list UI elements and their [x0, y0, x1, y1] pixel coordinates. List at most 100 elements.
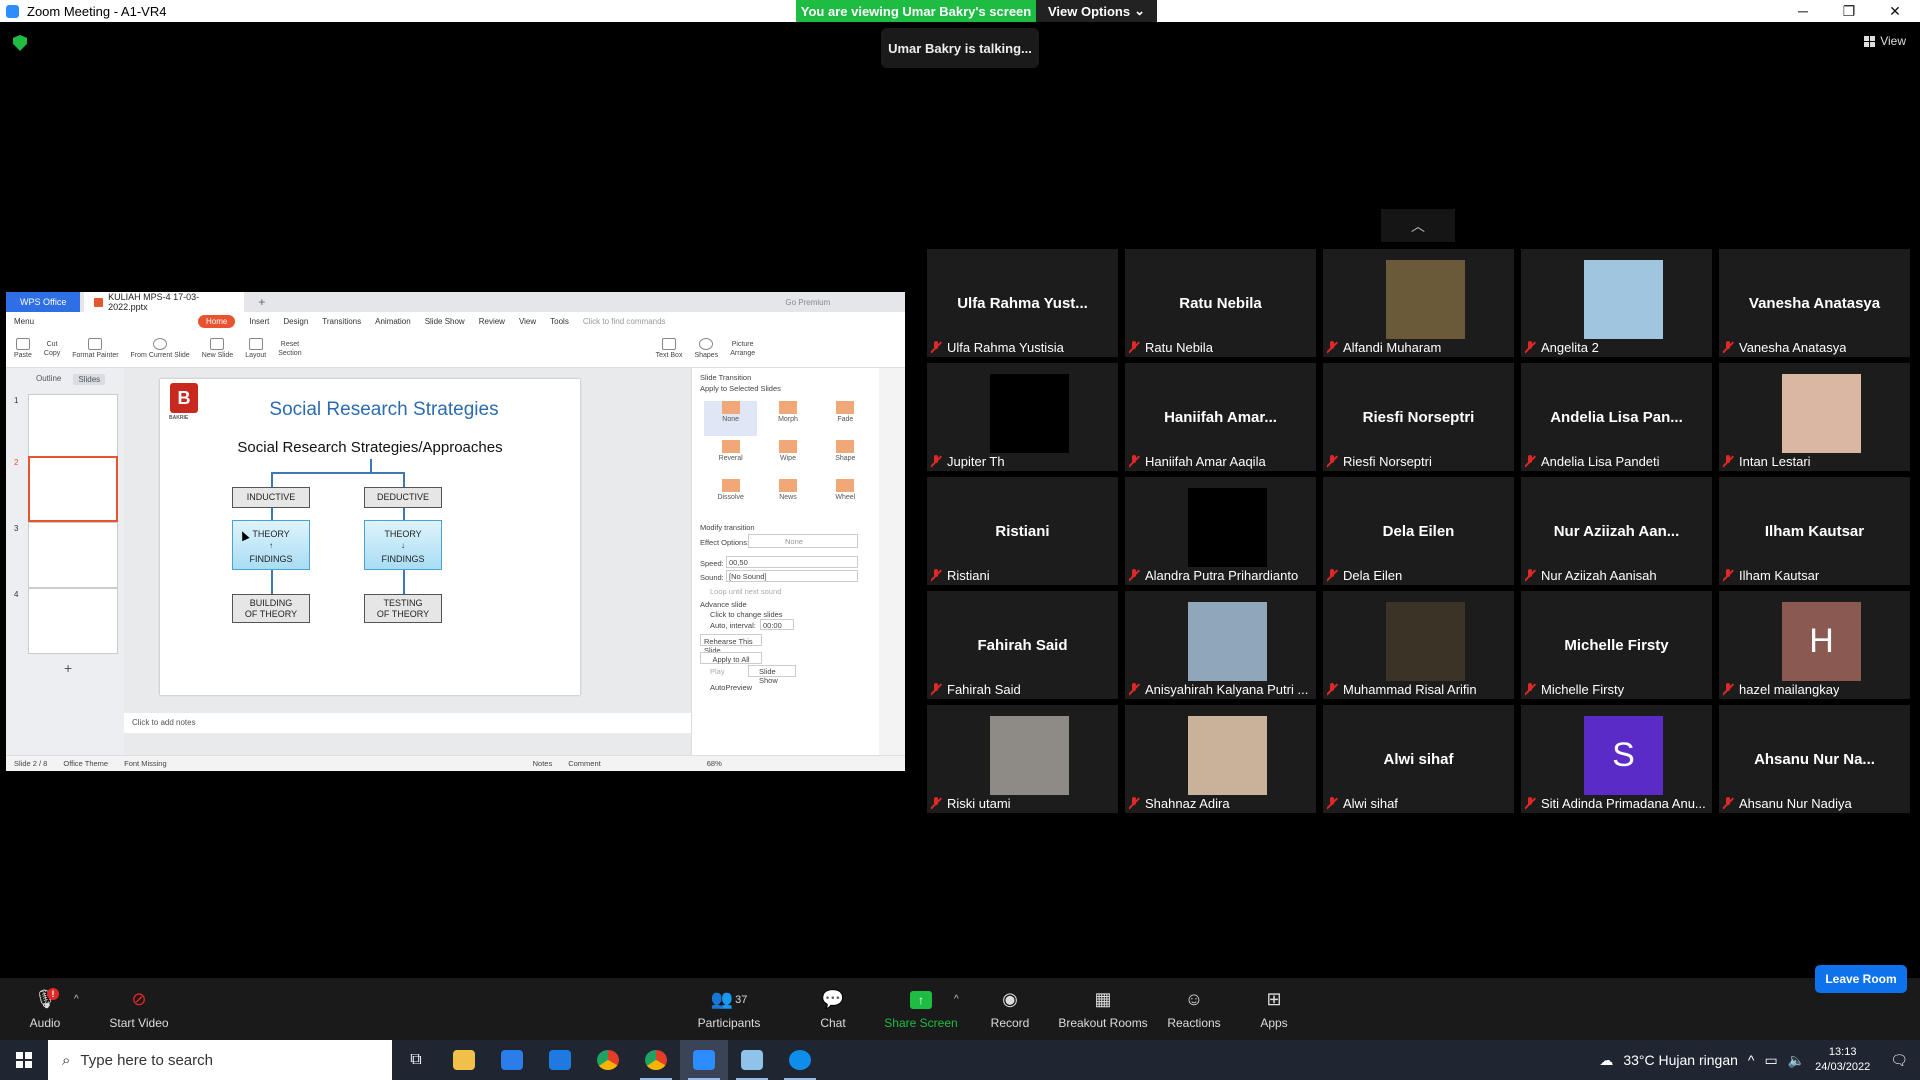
participant-tile[interactable]: Ristiani Ristiani: [927, 477, 1118, 585]
mail-app[interactable]: [536, 1040, 584, 1080]
participant-tile[interactable]: Dela Eilen Dela Eilen: [1323, 477, 1514, 585]
menu-item[interactable]: Insert: [249, 317, 269, 326]
close-button[interactable]: ✕: [1872, 0, 1918, 22]
participant-tile[interactable]: Hhazel mailangkay: [1719, 591, 1910, 699]
picture-button[interactable]: Picture Arrange: [730, 341, 755, 357]
menu-item-home[interactable]: Home: [198, 314, 236, 328]
command-search[interactable]: Click to find commands: [583, 317, 666, 326]
chat-button[interactable]: 💬 Chat: [812, 978, 854, 1040]
shapes-button[interactable]: Shapes: [694, 338, 718, 359]
notifications-icon[interactable]: 🗨: [1890, 1052, 1908, 1069]
add-slide-icon[interactable]: +: [64, 660, 72, 676]
participant-tile[interactable]: Intan Lestari: [1719, 363, 1910, 471]
notes-toggle[interactable]: Notes: [533, 759, 553, 768]
effect-options-select[interactable]: None: [748, 534, 858, 548]
autopreview-checkbox[interactable]: AutoPreview: [710, 683, 752, 692]
participant-tile[interactable]: Ahsanu Nur Na... Ahsanu Nur Nadiya: [1719, 705, 1910, 813]
participant-tile[interactable]: Andelia Lisa Pan... Andelia Lisa Pandeti: [1521, 363, 1712, 471]
participant-tile[interactable]: S Siti Adinda Primadana Anu...: [1521, 705, 1712, 813]
menu-item[interactable]: Menu: [14, 317, 34, 326]
chrome-app[interactable]: [584, 1040, 632, 1080]
slide-thumbnail[interactable]: [28, 394, 118, 460]
participant-tile[interactable]: Fahirah Said Fahirah Said: [927, 591, 1118, 699]
cut-button[interactable]: Cut Copy: [44, 341, 60, 357]
participant-tile[interactable]: Jupiter Th: [927, 363, 1118, 471]
transition-fade[interactable]: Fade: [819, 401, 872, 436]
format-painter-button[interactable]: Format Painter: [72, 338, 119, 359]
comment-toggle[interactable]: Comment: [568, 759, 601, 768]
maximize-button[interactable]: ❐: [1826, 0, 1872, 22]
view-button[interactable]: View: [1864, 34, 1906, 48]
layout-button[interactable]: Layout: [245, 338, 266, 359]
store-app[interactable]: [488, 1040, 536, 1080]
chrome-profile-app[interactable]: [632, 1040, 680, 1080]
current-slide[interactable]: B BAKRIE Social Research Strategies Soci…: [160, 379, 580, 695]
participant-tile[interactable]: Riesfi Norseptri Riesfi Norseptri: [1323, 363, 1514, 471]
participants-button[interactable]: 👥 37 Participants: [692, 978, 766, 1040]
participant-tile[interactable]: Alandra Putra Prihardianto: [1125, 477, 1316, 585]
notepad-app[interactable]: [728, 1040, 776, 1080]
transition-shape[interactable]: Shape: [819, 440, 872, 475]
loop-sound-checkbox[interactable]: Loop until next sound: [710, 587, 781, 596]
slide-thumbnail[interactable]: [28, 588, 118, 654]
menu-item[interactable]: Slide Show: [425, 317, 465, 326]
task-view-button[interactable]: ⧉: [392, 1040, 440, 1080]
reactions-button[interactable]: ☺ Reactions: [1166, 978, 1222, 1040]
transition-dissolve[interactable]: Dissolve: [704, 479, 757, 514]
teamviewer-app[interactable]: [776, 1040, 824, 1080]
start-button[interactable]: [0, 1040, 48, 1080]
auto-interval-checkbox[interactable]: Auto, interval:: [710, 621, 756, 630]
reset-button[interactable]: Reset Section: [278, 341, 301, 357]
transition-wipe[interactable]: Wipe: [761, 440, 814, 475]
participant-tile[interactable]: Shahnaz Adira: [1125, 705, 1316, 813]
participant-tile[interactable]: Riski utami: [927, 705, 1118, 813]
menu-item[interactable]: Design: [283, 317, 308, 326]
new-slide-button[interactable]: New Slide: [202, 338, 233, 359]
file-tab[interactable]: KULIAH MPS-4 17-03-2022.pptx: [84, 292, 245, 312]
from-current-slide-button[interactable]: From Current Slide: [131, 338, 190, 359]
participant-tile[interactable]: Michelle Firsty Michelle Firsty: [1521, 591, 1712, 699]
play-button[interactable]: Play: [710, 667, 725, 676]
participant-tile[interactable]: Ulfa Rahma Yust... Ulfa Rahma Yustisia: [927, 249, 1118, 357]
volume-icon[interactable]: 🔈: [1788, 1052, 1805, 1069]
breakout-rooms-button[interactable]: ▦ Breakout Rooms: [1056, 978, 1150, 1040]
rehearse-button[interactable]: Rehearse This Slide: [700, 634, 762, 655]
menu-item[interactable]: Transitions: [322, 317, 361, 326]
apps-button[interactable]: ⊞ Apps: [1257, 978, 1291, 1040]
transition-reveral[interactable]: Reveral: [704, 440, 757, 475]
apply-to-all-button[interactable]: Apply to All: [700, 652, 762, 664]
slide-thumbnail[interactable]: [28, 522, 118, 588]
file-explorer-app[interactable]: [440, 1040, 488, 1080]
collapse-gallery-button[interactable]: ︿: [1381, 209, 1455, 242]
slide-thumbnail-selected[interactable]: [28, 456, 118, 522]
participant-tile[interactable]: Haniifah Amar... Haniifah Amar Aaqila: [1125, 363, 1316, 471]
weather-text[interactable]: 33°C Hujan ringan: [1623, 1052, 1738, 1068]
outline-tab[interactable]: Outline: [36, 374, 61, 385]
new-tab-icon[interactable]: +: [258, 295, 265, 309]
participant-tile[interactable]: Vanesha Anatasya Vanesha Anatasya: [1719, 249, 1910, 357]
participant-tile[interactable]: Ratu Nebila Ratu Nebila: [1125, 249, 1316, 357]
speed-input[interactable]: 00,50: [726, 556, 858, 568]
menu-item[interactable]: Animation: [375, 317, 411, 326]
slides-tab[interactable]: Slides: [73, 374, 106, 385]
notes-field[interactable]: Click to add notes: [124, 713, 691, 733]
audio-button[interactable]: 🎙 Audio: [22, 978, 68, 1040]
click-to-change-checkbox[interactable]: Click to change slides: [710, 610, 783, 619]
menu-item[interactable]: Review: [479, 317, 505, 326]
interval-input[interactable]: 00:00: [760, 619, 794, 630]
participant-tile[interactable]: Anisyahirah Kalyana Putri ...: [1125, 591, 1316, 699]
chevron-up-icon[interactable]: ^: [1748, 1052, 1755, 1068]
zoom-app[interactable]: [680, 1040, 728, 1080]
participant-tile[interactable]: Muhammad Risal Arifin: [1323, 591, 1514, 699]
audio-options-caret[interactable]: ^: [74, 994, 79, 1005]
clock[interactable]: 13:13 24/03/2022: [1815, 1045, 1870, 1075]
transition-morph[interactable]: Morph: [761, 401, 814, 436]
slide-show-button[interactable]: Slide Show: [748, 665, 796, 685]
network-icon[interactable]: ▭: [1764, 1052, 1777, 1069]
share-screen-button[interactable]: ↑ Share Screen: [884, 978, 958, 1040]
sound-select[interactable]: [No Sound]: [726, 570, 858, 582]
participant-tile[interactable]: Angelita 2: [1521, 249, 1712, 357]
participant-tile[interactable]: Alfandi Muharam: [1323, 249, 1514, 357]
menu-item[interactable]: Tools: [550, 317, 569, 326]
minimize-button[interactable]: ─: [1780, 0, 1826, 22]
